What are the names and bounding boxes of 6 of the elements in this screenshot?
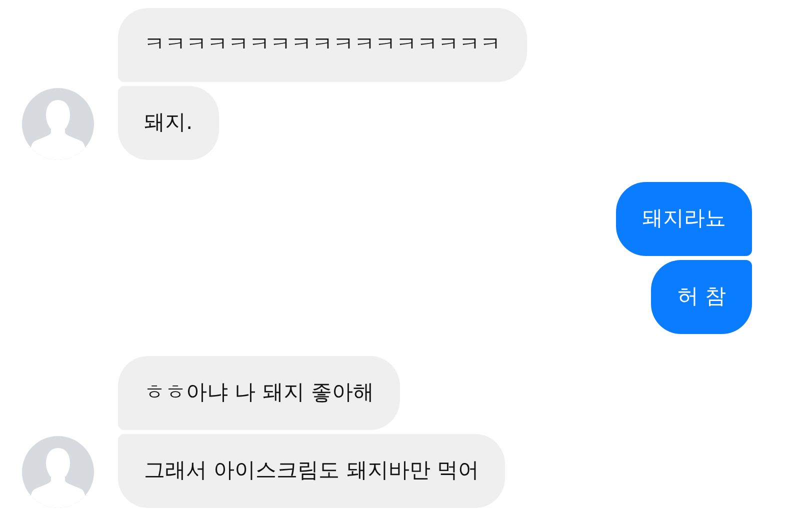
- message-bubble: ㅎㅎ아냐 나 돼지 좋아해: [118, 356, 400, 430]
- message-bubble: 돼지.: [118, 86, 219, 160]
- message-bubble: 돼지라뇨: [616, 182, 752, 256]
- message-bubble: 허 참: [651, 260, 752, 334]
- message-bubble: ㅋㅋㅋㅋㅋㅋㅋㅋㅋㅋㅋㅋㅋㅋㅋㅋㅋ: [118, 8, 527, 82]
- message-bubble: 그래서 아이스크림도 돼지바만 먹어: [118, 434, 506, 508]
